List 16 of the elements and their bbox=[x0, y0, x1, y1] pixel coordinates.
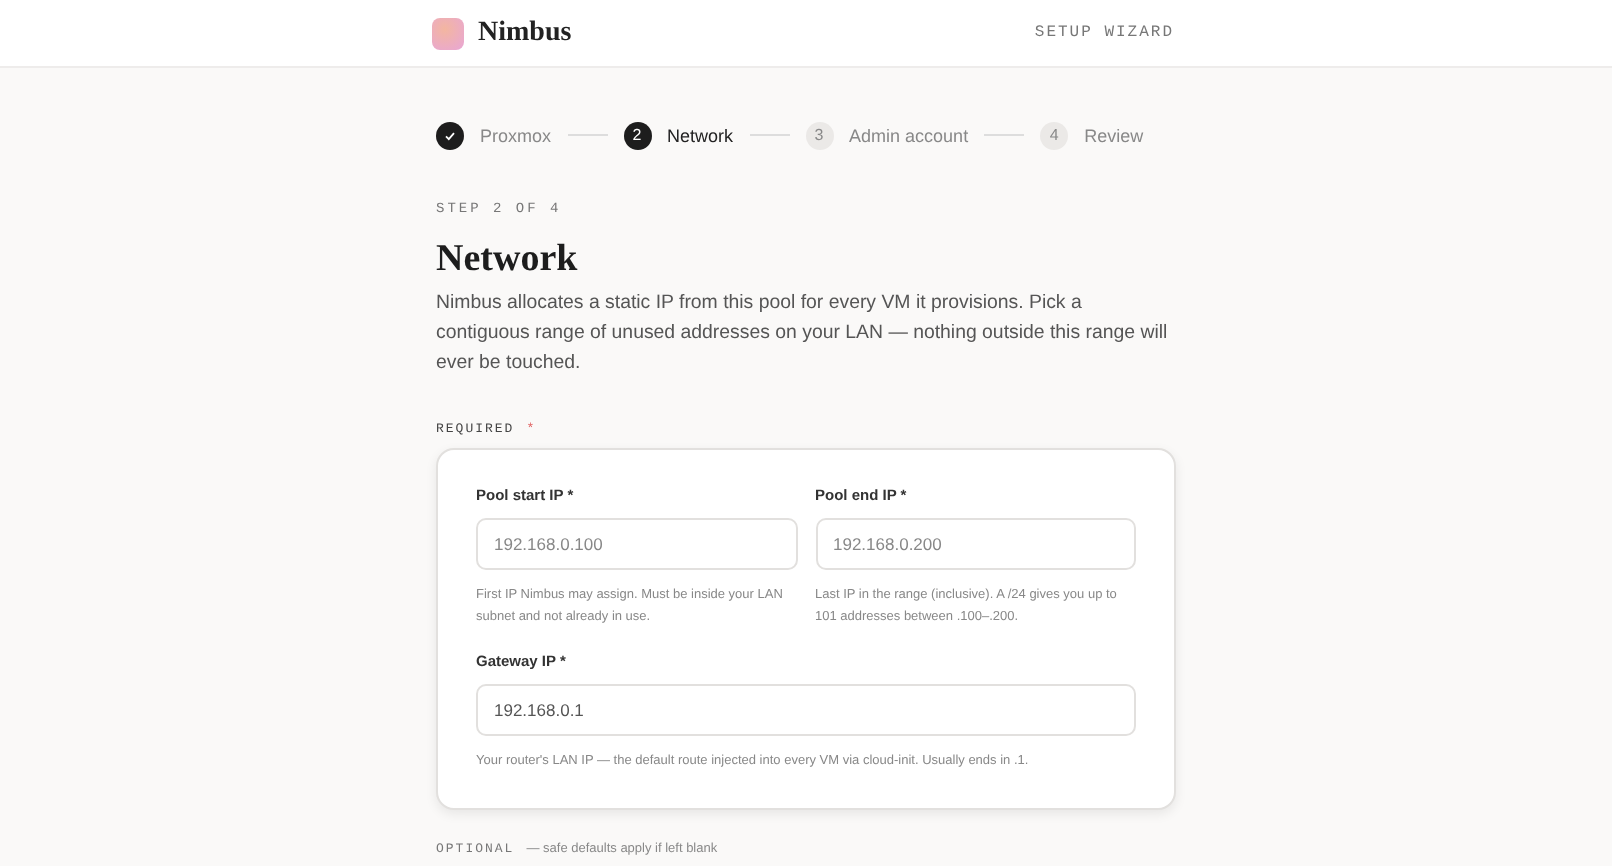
step-indicator: 4 bbox=[1040, 121, 1069, 149]
ip-field[interactable]: 192.168.0.100 bbox=[476, 518, 797, 570]
logo-icon bbox=[432, 17, 464, 49]
step-label: Proxmox bbox=[480, 125, 552, 145]
page-title: Network bbox=[436, 238, 580, 282]
step-indicator: 3 bbox=[805, 121, 834, 149]
header-caption: SETUP WIZARD bbox=[1034, 24, 1174, 42]
check-icon bbox=[444, 129, 456, 141]
brand-name: Nimbus bbox=[478, 17, 572, 49]
step-label: Review bbox=[1084, 125, 1144, 145]
step-label: Network bbox=[667, 125, 734, 145]
intro-text: Nimbus allocates a static IP from this pool for every VM it provisions. Pick a contiguous range of unused addresses on your LAN — nothing outside this range will ever be touched. bbox=[436, 290, 1170, 378]
ip-field[interactable]: 192.168.0.200 bbox=[815, 518, 1136, 570]
step-label: Admin account bbox=[849, 125, 969, 145]
ip-field[interactable]: 192.168.0.1 bbox=[476, 684, 1136, 736]
step-indicator: 2 bbox=[623, 121, 652, 149]
